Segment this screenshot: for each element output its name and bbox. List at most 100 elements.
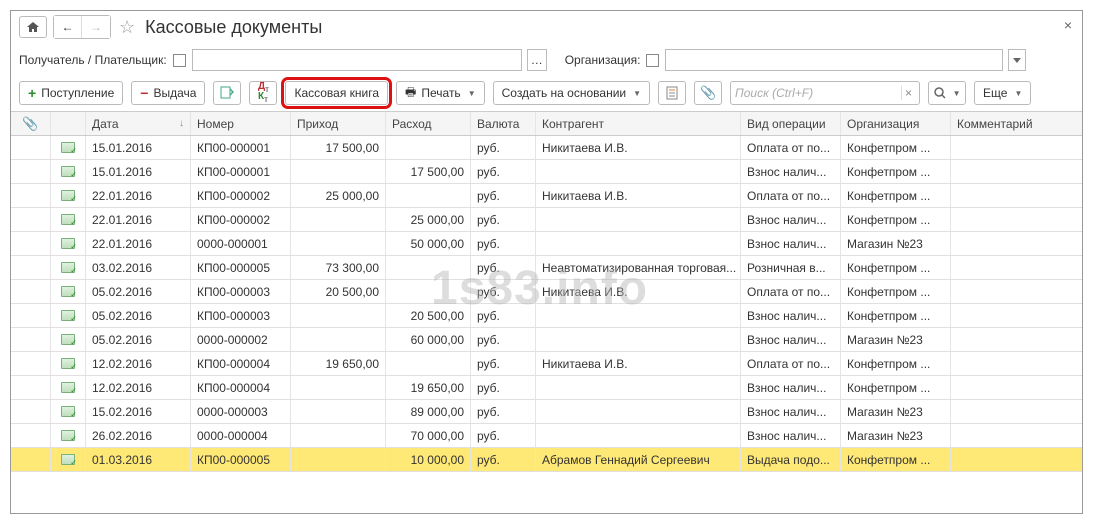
cell-operation: Оплата от по...: [741, 184, 841, 207]
org-dropdown-button[interactable]: [1008, 49, 1026, 71]
more-button[interactable]: Еще ▼: [974, 81, 1031, 105]
cell-comment: [951, 304, 1056, 327]
col-expense[interactable]: Расход: [386, 112, 471, 135]
cell-comment: [951, 136, 1056, 159]
home-button[interactable]: [19, 16, 47, 38]
documents-grid: 📎 Дата↓ Номер Приход Расход Валюта Контр…: [11, 111, 1082, 472]
cell-income: 73 300,00: [291, 256, 386, 279]
col-icon[interactable]: [51, 112, 86, 135]
col-date[interactable]: Дата↓: [86, 112, 191, 135]
page-title: Кассовые документы: [145, 17, 322, 38]
titlebar: ← → ☆ Кассовые документы: [11, 11, 1082, 45]
cell-org: Конфетпром ...: [841, 448, 951, 471]
document-icon: [61, 430, 75, 441]
cell-comment: [951, 328, 1056, 351]
table-row[interactable]: 12.02.2016КП00-00000419 650,00руб.Никита…: [11, 352, 1082, 376]
cell-operation: Взнос налич...: [741, 328, 841, 351]
create-based-button[interactable]: Создать на основании ▼: [493, 81, 650, 105]
cell-expense: 50 000,00: [386, 232, 471, 255]
expense-button[interactable]: − Выдача: [131, 81, 205, 105]
table-row[interactable]: 05.02.2016КП00-00000320 500,00руб.Никита…: [11, 280, 1082, 304]
table-row[interactable]: 22.01.20160000-00000150 000,00руб.Взнос …: [11, 232, 1082, 256]
table-row[interactable]: 26.02.20160000-00000470 000,00руб.Взнос …: [11, 424, 1082, 448]
dk-button[interactable]: ДтКт: [249, 81, 277, 105]
col-operation[interactable]: Вид операции: [741, 112, 841, 135]
table-row[interactable]: 01.03.2016КП00-00000510 000,00руб.Абрамо…: [11, 448, 1082, 472]
cell-operation: Розничная в...: [741, 256, 841, 279]
cell-expense: 17 500,00: [386, 160, 471, 183]
table-row[interactable]: 15.02.20160000-00000389 000,00руб.Взнос …: [11, 400, 1082, 424]
cell-org: Конфетпром ...: [841, 304, 951, 327]
cell-income: 25 000,00: [291, 184, 386, 207]
payer-input[interactable]: [192, 49, 522, 71]
payer-picker-button[interactable]: …: [527, 49, 547, 71]
search-button[interactable]: ▼: [928, 81, 966, 105]
document-icon: [61, 262, 75, 273]
table-row[interactable]: 22.01.2016КП00-00000225 000,00руб.Никита…: [11, 184, 1082, 208]
cash-book-button[interactable]: Кассовая книга: [285, 81, 388, 105]
income-button[interactable]: + Поступление: [19, 81, 123, 105]
attach-button[interactable]: 📎: [694, 81, 722, 105]
print-button[interactable]: 🖶 Печать ▼: [396, 81, 485, 105]
cell-operation: Взнос налич...: [741, 424, 841, 447]
table-row[interactable]: 03.02.2016КП00-00000573 300,00руб.Неавто…: [11, 256, 1082, 280]
search-icon: [934, 87, 946, 99]
col-org[interactable]: Организация: [841, 112, 951, 135]
cell-comment: [951, 232, 1056, 255]
table-row[interactable]: 15.01.2016КП00-00000117 500,00руб.Взнос …: [11, 160, 1082, 184]
cell-date: 15.01.2016: [86, 160, 191, 183]
org-input[interactable]: [665, 49, 1003, 71]
table-row[interactable]: 15.01.2016КП00-00000117 500,00руб.Никита…: [11, 136, 1082, 160]
cell-number: КП00-000003: [191, 280, 291, 303]
table-row[interactable]: 22.01.2016КП00-00000225 000,00руб.Взнос …: [11, 208, 1082, 232]
org-checkbox[interactable]: [646, 54, 659, 67]
list-refresh-button[interactable]: [213, 81, 241, 105]
cell-expense: 60 000,00: [386, 328, 471, 351]
cell-operation: Взнос налич...: [741, 376, 841, 399]
col-mark[interactable]: 📎: [11, 112, 51, 135]
cell-date: 26.02.2016: [86, 424, 191, 447]
cell-income: [291, 376, 386, 399]
cell-org: Конфетпром ...: [841, 256, 951, 279]
cell-operation: Выдача подо...: [741, 448, 841, 471]
cell-operation: Взнос налич...: [741, 304, 841, 327]
table-row[interactable]: 05.02.2016КП00-00000320 500,00руб.Взнос …: [11, 304, 1082, 328]
cell-number: КП00-000005: [191, 448, 291, 471]
filter-row: Получатель / Плательщик: … Организация:: [11, 45, 1082, 75]
cell-org: Конфетпром ...: [841, 184, 951, 207]
cell-date: 22.01.2016: [86, 184, 191, 207]
printer-icon: 🖶: [405, 83, 416, 104]
col-number[interactable]: Номер: [191, 112, 291, 135]
table-row[interactable]: 12.02.2016КП00-00000419 650,00руб.Взнос …: [11, 376, 1082, 400]
payer-label: Получатель / Плательщик:: [19, 53, 167, 67]
cell-org: Конфетпром ...: [841, 352, 951, 375]
payer-checkbox[interactable]: [173, 54, 186, 67]
col-agent[interactable]: Контрагент: [536, 112, 741, 135]
cell-agent: Неавтоматизированная торговая...: [536, 256, 741, 279]
report-button[interactable]: [658, 81, 686, 105]
cell-agent: Никитаева И.В.: [536, 352, 741, 375]
close-icon[interactable]: ×: [1064, 17, 1072, 33]
col-comment[interactable]: Комментарий: [951, 112, 1056, 135]
cell-number: КП00-000004: [191, 376, 291, 399]
cell-number: КП00-000002: [191, 208, 291, 231]
col-income[interactable]: Приход: [291, 112, 386, 135]
document-icon: [61, 310, 75, 321]
star-icon[interactable]: ☆: [119, 17, 135, 38]
cell-expense: 89 000,00: [386, 400, 471, 423]
cell-comment: [951, 424, 1056, 447]
back-button[interactable]: ←: [54, 16, 82, 38]
cell-income: [291, 448, 386, 471]
cell-expense: [386, 256, 471, 279]
forward-button[interactable]: →: [82, 16, 110, 38]
cell-date: 05.02.2016: [86, 304, 191, 327]
search-input[interactable]: Поиск (Ctrl+F) ×: [730, 81, 920, 105]
col-currency[interactable]: Валюта: [471, 112, 536, 135]
cell-operation: Взнос налич...: [741, 400, 841, 423]
cell-date: 22.01.2016: [86, 232, 191, 255]
cell-org: Магазин №23: [841, 400, 951, 423]
cell-number: КП00-000001: [191, 160, 291, 183]
document-icon: [61, 142, 75, 153]
search-clear-icon[interactable]: ×: [901, 86, 915, 100]
table-row[interactable]: 05.02.20160000-00000260 000,00руб.Взнос …: [11, 328, 1082, 352]
